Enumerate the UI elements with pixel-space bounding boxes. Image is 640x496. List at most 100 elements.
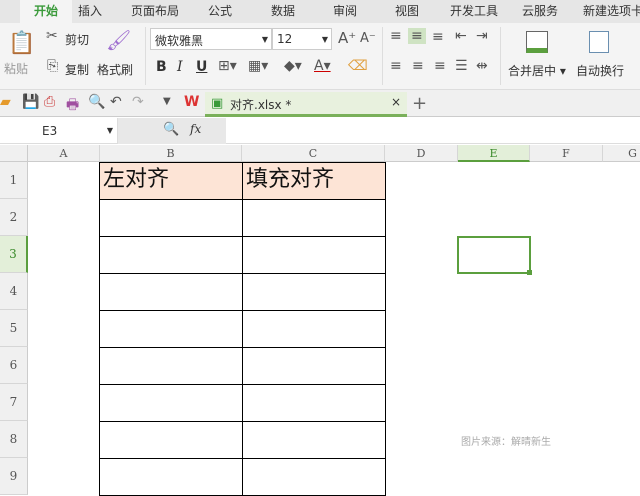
customize-dropdown-icon[interactable]: ▼ [163, 96, 171, 107]
name-box[interactable]: E3 ▼ [0, 118, 118, 144]
cell-b8[interactable] [99, 421, 243, 459]
cell-b9[interactable] [99, 458, 243, 496]
cell-b5[interactable] [99, 310, 243, 348]
tab-view[interactable]: 视图 [387, 0, 427, 23]
cell-c4[interactable] [242, 273, 386, 311]
cell-c5[interactable] [242, 310, 386, 348]
align-left-icon[interactable]: ≡ [390, 58, 402, 74]
cell-c1[interactable]: 填充对齐 [242, 162, 386, 200]
save-icon[interactable]: 💾 [22, 94, 39, 110]
paste-button[interactable]: 粘贴 [4, 60, 28, 77]
cell-c2[interactable] [242, 199, 386, 237]
tab-formulas[interactable]: 公式 [200, 0, 240, 23]
open-icon[interactable]: ▰ [0, 94, 11, 110]
border-icon[interactable]: ⊞▾ [218, 58, 237, 74]
italic-button[interactable]: I [177, 59, 183, 75]
align-center-icon[interactable]: ≡ [412, 58, 424, 74]
tab-review[interactable]: 审阅 [325, 0, 365, 23]
insert-function-button[interactable]: fx [190, 122, 201, 136]
column-header-a[interactable]: A [28, 145, 100, 162]
cell-b1[interactable]: 左对齐 [99, 162, 243, 200]
merge-center-icon [526, 31, 548, 53]
row-header-9[interactable]: 9 [0, 458, 28, 495]
zoom-icon[interactable]: 🔍 [163, 122, 179, 137]
cell-b4[interactable] [99, 273, 243, 311]
tab-developer[interactable]: 开发工具 [444, 0, 504, 23]
row-header-1[interactable]: 1 [0, 162, 28, 199]
row-header-2[interactable]: 2 [0, 199, 28, 236]
row-header-5[interactable]: 5 [0, 310, 28, 347]
decrease-font-icon[interactable]: A⁻ [360, 31, 376, 46]
font-color-icon[interactable]: A▾ [314, 58, 331, 74]
cell-b2[interactable] [99, 199, 243, 237]
cut-button[interactable]: 剪切 [65, 31, 89, 48]
undo-icon[interactable]: ↶ [110, 94, 122, 110]
justify-icon[interactable]: ☰ [455, 58, 468, 74]
tab-insert[interactable]: 插入 [72, 0, 108, 23]
wps-logo-icon[interactable]: W [184, 94, 199, 110]
column-header-e[interactable]: E [458, 145, 530, 162]
selected-cell-e3[interactable] [457, 236, 531, 274]
fill-color-icon[interactable]: ◆▾ [284, 58, 302, 74]
chevron-down-icon: ▼ [261, 35, 268, 44]
outdent-icon[interactable]: ⇤ [455, 28, 467, 44]
merge-center-button[interactable]: 合并居中 ▾ [508, 62, 566, 79]
bold-button[interactable]: B [156, 59, 167, 75]
align-middle-icon[interactable]: ≡ [408, 28, 426, 44]
column-header-b[interactable]: B [100, 145, 242, 162]
column-header-c[interactable]: C [242, 145, 385, 162]
format-painter-button[interactable]: 格式刷 [97, 61, 133, 78]
document-tab[interactable]: ▣ 对齐.xlsx * × [205, 92, 407, 117]
cell-b7[interactable] [99, 384, 243, 422]
formula-input[interactable] [226, 118, 640, 144]
tab-cloud[interactable]: 云服务 [516, 0, 564, 23]
cell-c9[interactable] [242, 458, 386, 496]
ribbon-tabs: 开始 插入 页面布局 公式 数据 审阅 视图 开发工具 云服务 新建选项卡 [0, 0, 640, 23]
select-all-button[interactable] [0, 145, 28, 162]
row-header-4[interactable]: 4 [0, 273, 28, 310]
cell-b3[interactable] [99, 236, 243, 274]
align-right-icon[interactable]: ≡ [434, 58, 446, 74]
wrap-text-button[interactable]: 自动换行 [576, 62, 624, 79]
print-preview-icon[interactable]: 🔍 [88, 94, 105, 110]
font-size-select[interactable]: 12 ▼ [272, 28, 332, 50]
formula-tools: 🔍 fx [118, 118, 226, 144]
increase-font-icon[interactable]: A⁺ [338, 29, 356, 47]
align-top-icon[interactable]: ≡ [390, 28, 402, 44]
underline-button[interactable]: U [196, 59, 207, 75]
cell-c6[interactable] [242, 347, 386, 385]
cell-c3[interactable] [242, 236, 386, 274]
scissors-icon: ✂ [46, 28, 58, 44]
new-tab-icon[interactable]: + [412, 93, 427, 114]
row-header-6[interactable]: 6 [0, 347, 28, 384]
cell-c7[interactable] [242, 384, 386, 422]
indent-icon[interactable]: ⇥ [476, 28, 488, 44]
tab-new[interactable]: 新建选项卡 [578, 0, 640, 23]
column-header-d[interactable]: D [385, 145, 458, 162]
distributed-icon[interactable]: ⇹ [476, 58, 488, 74]
cell-c8[interactable] [242, 421, 386, 459]
row-header-7[interactable]: 7 [0, 384, 28, 421]
redo-icon[interactable]: ↷ [132, 94, 144, 110]
cell-style-icon[interactable]: ▦▾ [248, 58, 268, 74]
merge-center-label: 合并居中 [508, 64, 557, 78]
tab-home[interactable]: 开始 [20, 0, 72, 23]
row-header-8[interactable]: 8 [0, 421, 28, 458]
watermark: 图片来源：解晴新生 [461, 437, 551, 448]
paste-icon[interactable]: 📋 [8, 31, 35, 56]
excel-file-icon: ▣ [211, 96, 224, 111]
cell-b6[interactable] [99, 347, 243, 385]
fill-handle[interactable] [527, 270, 532, 275]
column-header-g[interactable]: G [603, 145, 640, 162]
clear-format-icon[interactable]: ⌫ [348, 58, 368, 74]
font-name-select[interactable]: 微软雅黑 ▼ [150, 28, 272, 50]
tab-page-layout[interactable]: 页面布局 [125, 0, 185, 23]
print-icon[interactable]: 🖶 [66, 94, 79, 118]
column-header-f[interactable]: F [530, 145, 603, 162]
export-pdf-icon[interactable]: ⎙ [44, 94, 55, 110]
close-tab-icon[interactable]: × [391, 95, 401, 109]
align-bottom-icon[interactable]: ≡ [432, 29, 444, 45]
tab-data[interactable]: 数据 [263, 0, 303, 23]
row-header-3[interactable]: 3 [0, 236, 28, 273]
copy-button[interactable]: 复制 [65, 61, 89, 78]
